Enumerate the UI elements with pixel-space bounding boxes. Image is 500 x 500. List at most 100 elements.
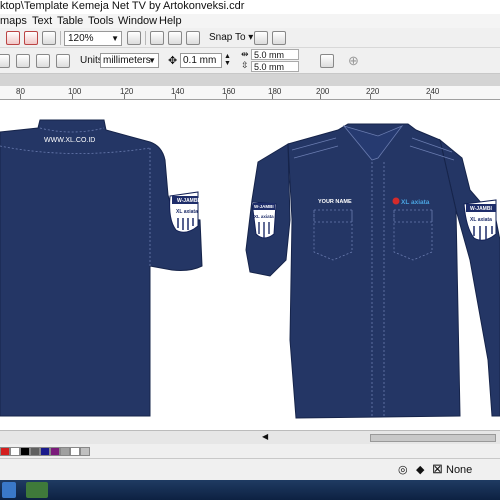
color-swatch[interactable] [70, 447, 80, 456]
ruler-tick [20, 94, 21, 99]
front-right-badge-top-text: W-JAMBI [470, 206, 492, 212]
fill-status-text: None [446, 464, 473, 476]
chevron-down-icon: ▼ [111, 34, 119, 43]
ruler-tick [370, 94, 371, 99]
start-button[interactable] [2, 482, 16, 498]
add-icon[interactable]: ⊕ [348, 53, 359, 69]
back-url-text: WWW.XL.CO.ID [44, 137, 95, 144]
separator [60, 31, 61, 45]
menu-item-tools[interactable]: Tools [88, 14, 114, 28]
window-title: ktop\Template Kemeja Net TV by Artokonve… [0, 0, 245, 12]
shirt-back: WWW.XL.CO.ID W-JAMBI XL axiata [0, 119, 203, 417]
shirt-front: YOUR NAME XL axiata W-JAMBI XL axiata W-… [245, 123, 500, 419]
color-swatch[interactable] [80, 447, 90, 456]
show-rulers-icon[interactable] [150, 31, 164, 45]
nudge-icon: ✥ [168, 55, 178, 67]
drawing-canvas[interactable]: WWW.XL.CO.ID W-JAMBI XL axiata YOUR NAME… [0, 100, 500, 430]
color-swatch[interactable] [10, 447, 20, 456]
scroll-left-icon[interactable]: ◀ [262, 432, 268, 441]
color-swatch[interactable] [50, 447, 60, 456]
shirt-back-body [0, 119, 203, 417]
ruler-tick [124, 94, 125, 99]
duplicate-distance-x-input[interactable]: 5.0 mm [251, 49, 299, 60]
color-palette [0, 444, 500, 458]
zoom-level-value: 120% [68, 33, 94, 44]
ruler-label: 220 [366, 87, 380, 96]
treat-as-filled-icon[interactable] [320, 54, 334, 68]
coreldraw-taskbar-icon[interactable] [26, 482, 48, 498]
export-icon[interactable] [24, 31, 38, 45]
units-value: millimeters [103, 55, 151, 66]
color-swatch[interactable] [0, 447, 10, 456]
color-swatch[interactable] [60, 447, 70, 456]
front-logo-text: XL axiata [401, 199, 430, 206]
nudge-distance-input[interactable]: 0.1 mm [180, 53, 222, 68]
snap-to-label: Snap To [209, 32, 246, 43]
ruler-label: 200 [316, 87, 330, 96]
separator [145, 31, 146, 45]
color-swatch[interactable] [30, 447, 40, 456]
ruler-label: 240 [426, 87, 440, 96]
zoom-level-select[interactable]: 120% ▼ [64, 31, 122, 46]
menu-item-text[interactable]: Text [32, 14, 52, 28]
portrait-icon[interactable] [16, 54, 30, 68]
front-left-badge-brand-text: XL axiata [254, 214, 274, 219]
units-select[interactable]: millimeters ▼ [100, 53, 159, 68]
menu-item-bitmaps[interactable]: maps [0, 14, 27, 28]
fill-bucket-icon[interactable]: ◆ [416, 463, 424, 476]
ruler-tick [272, 94, 273, 99]
page-size-icon[interactable] [0, 54, 10, 68]
nudge-spinner[interactable]: ▲ ▼ [224, 53, 231, 67]
front-name-text: YOUR NAME [318, 199, 352, 205]
taskbar [0, 480, 500, 500]
import-icon[interactable] [6, 31, 20, 45]
ruler-label: 160 [222, 87, 236, 96]
ruler-tick [226, 94, 227, 99]
color-swatch[interactable] [20, 447, 30, 456]
current-page-icon[interactable] [56, 54, 70, 68]
standard-toolbar: 120% ▼ Snap To ▾ [0, 28, 500, 48]
color-swatch[interactable] [40, 447, 50, 456]
duplicate-x-value: 5.0 mm [254, 50, 285, 60]
back-badge-brand-text: XL axiata [176, 209, 198, 215]
back-badge-top-text: W-JAMBI [177, 198, 199, 204]
front-logo-mark [392, 197, 400, 205]
all-pages-icon[interactable] [36, 54, 50, 68]
duplicate-x-icon: ⇹ [241, 49, 249, 59]
object-properties-icon[interactable]: ◎ [398, 463, 408, 476]
welcome-screen-icon[interactable] [254, 31, 268, 45]
ruler-tick [175, 94, 176, 99]
publish-pdf-icon[interactable] [42, 31, 56, 45]
menu-item-help[interactable]: Help [159, 14, 182, 28]
show-guidelines-icon[interactable] [186, 31, 200, 45]
title-bar: ktop\Template Kemeja Net TV by Artokonve… [0, 0, 500, 14]
horizontal-scrollbar[interactable]: ◀ [0, 430, 500, 444]
nudge-distance-value: 0.1 mm [183, 55, 217, 66]
ruler-label: 100 [68, 87, 82, 96]
ruler-label: 140 [171, 87, 185, 96]
snap-to-dropdown[interactable]: Snap To ▾ [209, 31, 253, 45]
show-grid-icon[interactable] [168, 31, 182, 45]
no-fill-icon: ⊠ [432, 461, 443, 476]
shirt-artwork[interactable]: WWW.XL.CO.ID W-JAMBI XL axiata YOUR NAME… [0, 100, 500, 430]
status-bar: ◎ ◆ ⊠ None [0, 458, 500, 480]
duplicate-y-value: 5.0 mm [254, 62, 285, 72]
chevron-down-icon: ▼ [148, 56, 156, 65]
full-screen-preview-icon[interactable] [127, 31, 141, 45]
menu-item-window[interactable]: Window [118, 14, 157, 28]
menu-bar: maps Text Table Tools Window Help [0, 14, 500, 28]
duplicate-distance-y-input[interactable]: 5.0 mm [251, 61, 299, 72]
ruler-label: 180 [268, 87, 282, 96]
horizontal-scroll-thumb[interactable] [370, 434, 496, 442]
ruler-tick [72, 94, 73, 99]
front-body [287, 123, 461, 419]
duplicate-y-icon: ⇳ [241, 60, 249, 70]
menu-item-table[interactable]: Table [57, 14, 83, 28]
front-left-badge-top-text: W-JAMBI [254, 204, 274, 209]
ruler-tick [430, 94, 431, 99]
property-bar: Units: millimeters ▼ ✥ 0.1 mm ▲ ▼ ⇹ 5.0 m… [0, 48, 500, 74]
ruler-tick [320, 94, 321, 99]
horizontal-ruler[interactable]: 80 100 120 140 160 180 200 220 240 [0, 86, 500, 100]
front-right-badge-brand-text: XL axiata [470, 217, 492, 223]
options-icon[interactable] [272, 31, 286, 45]
